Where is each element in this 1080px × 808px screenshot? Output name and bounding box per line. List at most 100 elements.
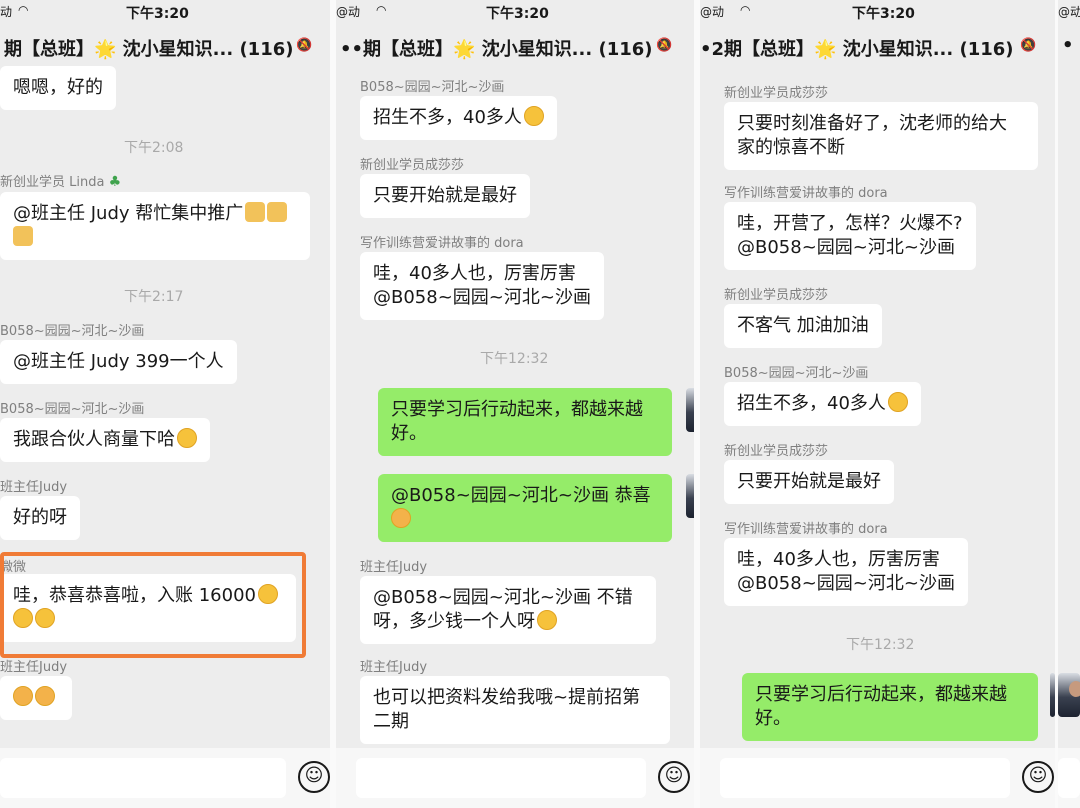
- message-bubble[interactable]: 哇，40多人也，厉害厉害 @B058~园园~河北~沙画: [724, 538, 968, 606]
- sender-name-text: 新创业学员 Linda: [0, 175, 105, 190]
- message-text: 只要开始就是最好: [737, 471, 881, 492]
- message-text: @班主任 Judy 399一个人: [13, 351, 224, 372]
- message-bubble[interactable]: 哇，开营了，怎样？火爆不? @B058~园园~河北~沙画: [724, 202, 976, 270]
- clover-icon: ♣: [108, 174, 122, 190]
- message-bubble[interactable]: 只要时刻准备好了，沈老师的给大 家的惊喜不断: [724, 102, 1038, 170]
- message-bubble[interactable]: @B058~园园~河北~沙画 不错 呀，多少钱一个人呀: [360, 576, 656, 644]
- message-text: 哇，40多人也，厉害厉害 @B058~园园~河北~沙画: [737, 549, 955, 594]
- message-text: @班主任 Judy 帮忙集中推广: [13, 203, 244, 224]
- message-bubble[interactable]: 招生不多，40多人: [724, 382, 921, 426]
- wifi-icon: ◠: [740, 3, 751, 17]
- status-bar: 动 ◠ 下午3:20: [0, 0, 330, 26]
- message-text: 只要时刻准备好了，沈老师的给大 家的惊喜不断: [737, 113, 1007, 158]
- my-avatar[interactable]: [686, 388, 694, 432]
- status-carrier: 动: [0, 5, 13, 19]
- status-carrier: @动: [336, 5, 361, 19]
- chat-title-bar[interactable]: •: [1058, 30, 1080, 66]
- emoji-icon: ☺: [664, 765, 684, 786]
- message-bubble[interactable]: @班主任 Judy 399一个人: [0, 340, 237, 384]
- timestamp: 下午2:17: [124, 289, 184, 305]
- message-bubble[interactable]: 哇，40多人也，厉害厉害 @B058~园园~河北~沙画: [360, 252, 604, 320]
- my-message-bubble[interactable]: @B058~园园~河北~沙画 恭喜: [378, 474, 672, 542]
- message-bubble[interactable]: 我跟合伙人商量下哈: [0, 418, 210, 462]
- thumbs-up-icon: [13, 226, 33, 246]
- chat-title: 期【总班】🌟 沈小星知识... (116): [4, 39, 294, 60]
- my-message-bubble[interactable]: 只要学习后行动起来，都越来越 好。: [378, 388, 672, 456]
- sender-name: 新创业学员成莎莎: [360, 158, 465, 173]
- message-bubble[interactable]: [0, 676, 72, 720]
- sender-name: 班主任Judy: [0, 660, 68, 675]
- emoji-button[interactable]: ☺: [658, 761, 690, 793]
- status-time: 下午3:20: [486, 6, 549, 22]
- message-bubble[interactable]: 嗯嗯，好的: [0, 66, 116, 110]
- wifi-icon: ◠: [18, 3, 29, 17]
- message-input[interactable]: [0, 758, 286, 798]
- chat-panel-3: @动 ◠ 下午3:20 •2期【总班】🌟 沈小星知识... (116) 🔕 新创…: [700, 0, 1055, 808]
- sender-name: 新创业学员成莎莎: [724, 288, 829, 303]
- sender-name: B058~园园~河北~沙画: [724, 366, 869, 381]
- message-text: 我跟合伙人商量下哈: [13, 429, 175, 450]
- sender-name: 班主任Judy: [360, 660, 428, 675]
- message-input[interactable]: [1058, 758, 1080, 798]
- message-bubble[interactable]: @班主任 Judy 帮忙集中推广: [0, 192, 310, 260]
- message-bubble[interactable]: 不客气 加油加油: [724, 304, 882, 348]
- message-text: 哇，40多人也，厉害厉害 @B058~园园~河北~沙画: [373, 263, 591, 308]
- my-avatar[interactable]: [686, 474, 694, 518]
- thumbs-up-icon: [245, 202, 266, 222]
- sender-name: B058~园园~河北~沙画: [0, 324, 145, 339]
- sender-name: B058~园园~河北~沙画: [360, 80, 505, 95]
- status-bar: @动: [1058, 0, 1080, 26]
- my-message-bubble[interactable]: 只要学习后行动起来，都越来越 好。: [742, 673, 1038, 741]
- input-bar: ☺: [700, 748, 1055, 808]
- status-time: 下午3:20: [852, 6, 915, 22]
- chat-title-bar[interactable]: •2期【总班】🌟 沈小星知识... (116) 🔕: [700, 30, 1055, 66]
- more-dots-icon: •: [1062, 35, 1074, 56]
- message-input[interactable]: [356, 758, 646, 798]
- message-bubble[interactable]: 只要开始就是最好: [724, 460, 894, 504]
- message-text: @B058~园园~河北~沙画 恭喜: [391, 485, 651, 506]
- message-bubble[interactable]: 只要开始就是最好: [360, 174, 530, 218]
- status-bar: @动 ◠ 下午3:20: [700, 0, 1055, 26]
- input-bar: ☺: [336, 748, 694, 808]
- sender-name: B058~园园~河北~沙画: [0, 402, 145, 417]
- smile-emoji-icon: [177, 428, 197, 448]
- message-text: 嗯嗯，好的: [13, 77, 103, 98]
- status-carrier: @动: [1058, 5, 1080, 19]
- message-text: 只要学习后行动起来，都越来越 好。: [391, 399, 643, 444]
- status-bar: @动 ◠ 下午3:20: [336, 0, 694, 26]
- message-input[interactable]: [720, 758, 1010, 798]
- message-text: 好的呀: [13, 507, 67, 528]
- my-avatar[interactable]: [1058, 673, 1080, 717]
- message-bubble[interactable]: 好的呀: [0, 496, 80, 540]
- sender-name: 班主任Judy: [0, 480, 68, 495]
- mute-bell-icon: 🔕: [296, 38, 313, 53]
- message-text: 也可以把资料发给我哦~提前招第 二期: [373, 687, 641, 732]
- timestamp: 下午2:08: [124, 140, 184, 156]
- message-text: 只要学习后行动起来，都越来越 好。: [755, 684, 1007, 729]
- grin-emoji-icon: [523, 106, 544, 126]
- fist-emoji-icon: [13, 686, 33, 706]
- message-text: 哇，开营了，怎样？火爆不? @B058~园园~河北~沙画: [737, 213, 963, 258]
- emoji-button[interactable]: ☺: [298, 761, 330, 793]
- message-bubble[interactable]: 也可以把资料发给我哦~提前招第 二期: [360, 676, 670, 744]
- thumbs-up-icon: [267, 202, 288, 222]
- fist-emoji-icon: [35, 686, 55, 706]
- chat-title-bar[interactable]: ••期【总班】🌟 沈小星知识... (116) 🔕: [336, 30, 694, 66]
- mute-bell-icon: 🔕: [1020, 38, 1037, 53]
- status-carrier: @动: [700, 5, 725, 19]
- emoji-button[interactable]: ☺: [1022, 761, 1054, 793]
- chat-title: •2期【总班】🌟 沈小星知识... (116): [700, 39, 1014, 60]
- emoji-icon: ☺: [304, 765, 324, 786]
- grin-emoji-icon: [887, 392, 908, 412]
- chat-panel-4: @动 •: [1058, 0, 1080, 808]
- highlight-box: [0, 552, 306, 658]
- chat-title-bar[interactable]: 期【总班】🌟 沈小星知识... (116) 🔕: [0, 30, 330, 66]
- sender-name: 班主任Judy: [360, 560, 428, 575]
- timestamp: 下午12:32: [846, 637, 915, 653]
- sender-name: 写作训练营爱讲故事的 dora: [724, 522, 888, 537]
- mute-bell-icon: 🔕: [656, 38, 673, 53]
- emoji-icon: ☺: [1028, 765, 1048, 786]
- message-bubble[interactable]: 招生不多，40多人: [360, 96, 557, 140]
- sender-name: 新创业学员 Linda ♣: [0, 171, 121, 190]
- sender-name: 写作训练营爱讲故事的 dora: [724, 186, 888, 201]
